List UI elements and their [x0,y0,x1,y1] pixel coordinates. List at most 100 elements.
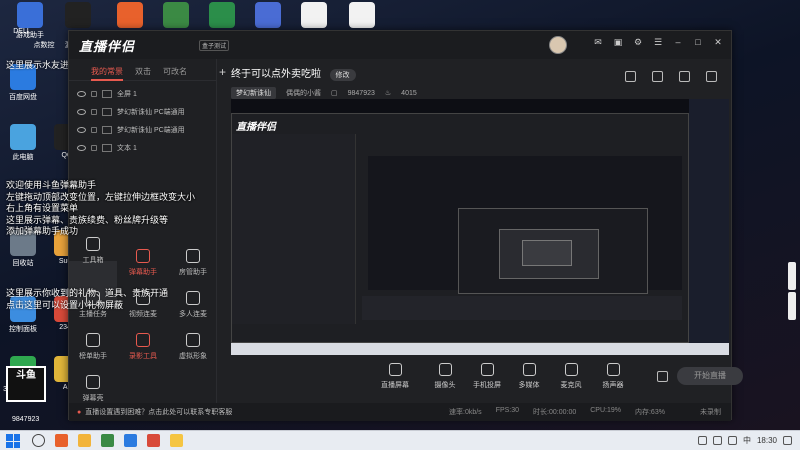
network-icon[interactable] [712,436,722,445]
desktop-label[interactable]: DELL [4,28,40,35]
desktop-icon-top[interactable] [104,2,156,30]
tray-arrow-icon[interactable] [697,436,707,445]
tool-icon [136,333,150,347]
file-explorer-icon[interactable] [78,434,91,447]
tool-item[interactable]: 虚拟形象 [169,333,217,361]
title-bar[interactable]: 直播伴侣 盒子测试 ✉ ▣ ⚙ ☰ – □ ✕ [69,31,731,59]
search-icon[interactable] [32,434,45,447]
support-link[interactable]: 直播设置遇到困难？点击此处可以联系专职客服 [85,407,232,417]
camera-toggle-icon[interactable] [657,371,668,382]
game-category[interactable]: 梦幻新诛仙 [231,87,276,99]
bottom-tool-label: 多媒体 [518,382,540,389]
taskbar-app-5[interactable] [170,434,183,447]
room-id-icon: ▢ [331,90,338,97]
tool-item[interactable]: 弹幕助手 [119,249,167,277]
lock-icon[interactable] [91,91,97,97]
tool-item[interactable]: 多人连麦 [169,291,217,319]
version-badge: 盒子测试 [199,40,230,51]
danmu-line: 添加弹幕助手成功 [6,226,79,236]
start-icon[interactable] [6,434,20,448]
bottom-tool-button[interactable]: 多媒体 [507,363,551,390]
source-label: 梦幻新诛仙 PC端通用 [117,127,185,134]
source-item[interactable]: 全屏 1 [69,85,216,103]
lock-icon[interactable] [91,145,97,151]
overlay-scroll-indicator-2[interactable] [788,292,796,320]
live-preview[interactable]: 直播伴侣 [231,99,729,355]
bottom-tool-label: 手机投屏 [473,382,501,389]
input-lang[interactable]: 中 [743,435,751,446]
edit-title-button[interactable]: 修改 [329,69,356,81]
tool-item[interactable]: 弹幕壳 [69,375,117,403]
tool-item[interactable]: 房管助手 [169,249,217,277]
tab-scene-2[interactable]: 双击 [135,66,151,80]
lock-icon[interactable] [625,71,636,82]
bottom-tool-icon [438,363,452,376]
mail-icon[interactable]: ✉ [593,37,603,47]
nested-logo: 直播伴侣 [236,122,276,133]
eye-icon[interactable] [77,109,86,115]
desktop-icon-left[interactable]: 此电脑 [0,124,46,162]
desktop-icon-top[interactable] [336,2,388,30]
bottom-tool-button[interactable]: 扬声器 [591,363,635,390]
stat-item: 速率:0kb/s [449,409,482,416]
source-type-icon [102,90,112,98]
menu-icon[interactable]: ☰ [653,37,663,47]
source-item[interactable]: 梦幻新诛仙 PC端通用 [69,121,216,139]
record-icon[interactable] [679,71,690,82]
maximize-icon[interactable]: □ [693,37,703,47]
overlay-scroll-indicator[interactable] [788,262,796,290]
tool-icon [86,375,100,389]
skin-icon[interactable]: ▣ [613,37,623,47]
source-label: 文本 1 [117,145,137,152]
tool-item[interactable]: 录影工具 [119,333,167,361]
eye-icon[interactable] [77,127,86,133]
close-icon[interactable]: ✕ [713,37,723,47]
tool-icon [186,249,200,263]
source-item[interactable]: 文本 1 [69,139,216,157]
clock[interactable]: 18:30 [757,436,777,445]
settings-icon[interactable]: ⚙ [633,37,643,47]
nested-preview: 直播伴侣 [231,113,689,343]
bottom-tool-button[interactable]: 摄像头 [423,363,467,390]
nested-preview-2 [458,208,648,294]
add-scene-icon[interactable]: + [219,65,226,79]
desktop-icon-top[interactable] [242,2,294,30]
app-icon [17,2,43,28]
tool-icon [136,249,150,263]
volume-icon[interactable] [727,436,737,445]
user-avatar[interactable] [549,36,567,54]
link-icon[interactable] [652,71,663,82]
minimize-icon[interactable]: – [673,37,683,47]
notification-icon[interactable] [783,436,792,445]
desktop-icon-top[interactable] [196,2,248,30]
eye-icon[interactable] [77,145,86,151]
eye-icon[interactable] [77,91,86,97]
danmu-line: 左键拖动顶部改变位置，左键拉伸边框改变大小 [6,191,196,202]
app-icon [10,124,36,150]
taskbar-app-1[interactable] [55,434,68,447]
nested-taskbar [231,343,729,355]
gift-line[interactable]: 点击这里可以设置小礼物屏蔽 [6,300,168,312]
source-item[interactable]: 梦幻新诛仙 PC端通用 [69,103,216,121]
desktop-icon-top[interactable] [150,2,202,30]
lock-icon[interactable] [91,127,97,133]
record-status: 未录制 [700,409,721,416]
taskbar-app-2[interactable] [101,434,114,447]
lock-icon[interactable] [91,109,97,115]
desktop-right [734,0,800,430]
gift-line[interactable]: 这里展示你收到的礼物、道具、贵族开通 [6,288,168,300]
tab-scene-3[interactable]: 可改名 [163,66,187,80]
tab-scene-1[interactable]: 我的常景 [91,66,123,81]
tool-item[interactable]: 工具箱 [69,237,117,265]
tool-icon [86,237,100,251]
tool-item[interactable]: 榜单助手 [69,333,117,361]
taskbar-app-3[interactable] [124,434,137,447]
tool-label: 录影工具 [129,353,157,360]
bottom-tool-button[interactable]: 麦克风 [549,363,593,390]
taskbar-app-4[interactable] [147,434,160,447]
share-icon[interactable] [706,71,717,82]
bottom-tool-label: 直播屏幕 [381,382,409,389]
bottom-tool-button[interactable]: 直播屏幕 [373,363,417,390]
bottom-tool-button[interactable]: 手机投屏 [465,363,509,390]
desktop-icon-top[interactable] [288,2,340,30]
